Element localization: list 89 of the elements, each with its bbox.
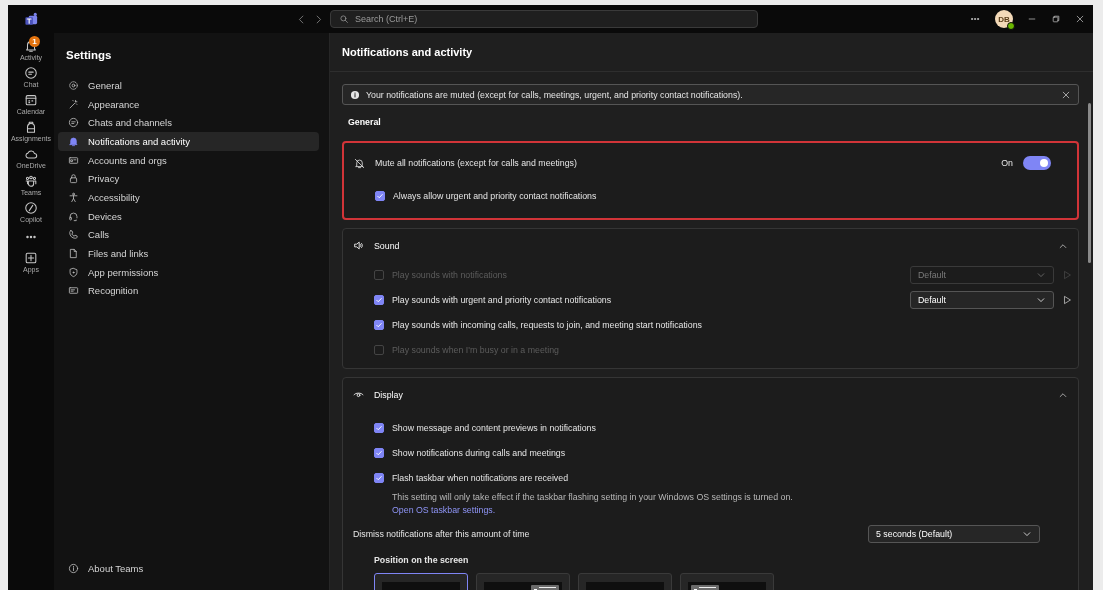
section-title: Sound	[374, 240, 401, 251]
avatar[interactable]: DB	[995, 10, 1013, 28]
checkbox-label: Always allow urgent and priority contact notifications	[393, 190, 597, 201]
search-icon	[339, 14, 349, 24]
calendar-icon	[24, 93, 38, 107]
checkbox-label: Play sounds with urgent and priority contact notifications	[392, 294, 612, 305]
teams-logo-icon	[23, 11, 39, 27]
bell-icon	[68, 135, 79, 147]
setting-description: This setting will only take effect if the taskbar flashing setting in your Windows OS settings is turned on.	[392, 492, 794, 502]
settings-title: Settings	[66, 49, 113, 61]
chat-bubble-icon	[68, 117, 79, 129]
cloud-icon	[24, 147, 38, 161]
toggle-state: On	[1001, 158, 1013, 168]
circle-icon	[24, 201, 38, 215]
dismiss-button[interactable]	[1061, 89, 1071, 100]
eye-icon	[353, 389, 364, 400]
restore-icon	[1051, 14, 1061, 24]
search-input[interactable]: Search (Ctrl+E)	[355, 14, 749, 24]
chat-bubble-icon	[24, 66, 38, 80]
check-icon	[376, 191, 384, 200]
shield-icon	[68, 266, 79, 278]
chevron-down-icon	[1022, 529, 1032, 539]
settings-link[interactable]: Open OS taskbar settings.	[392, 505, 496, 515]
headset-icon	[68, 210, 79, 222]
close-icon	[1061, 89, 1071, 100]
section-heading: General	[348, 117, 382, 127]
speaker-icon	[353, 240, 364, 251]
settings-icon	[68, 79, 79, 91]
section-title: Display	[374, 389, 404, 400]
settings-nav-item[interactable]: Notifications and activity	[58, 132, 319, 151]
checkbox-label: Play sounds with incoming calls, requests to join, and meeting start notifications	[392, 319, 702, 330]
phone-icon	[68, 229, 79, 241]
notification-badge: 1	[29, 36, 41, 47]
scrollbar-thumb[interactable]	[1088, 103, 1091, 263]
people-icon	[24, 174, 38, 188]
close-icon	[1075, 14, 1085, 24]
wand-icon	[68, 98, 79, 110]
settings-nav-item[interactable]: Files and links	[58, 244, 319, 263]
settings-nav-item[interactable]: Devices	[58, 206, 319, 226]
info-icon	[350, 89, 360, 100]
banner-text: Your notifications are muted (except for calls, meetings, urgent, and priority contact notifications).	[366, 89, 744, 100]
dropdown[interactable]: Default	[910, 290, 1054, 309]
settings-nav-item[interactable]: App permissions	[58, 262, 319, 282]
setting-label: Mute all notifications (except for calls and meetings)	[375, 158, 578, 168]
settings-nav-item[interactable]: Accessibility	[58, 188, 319, 207]
close-button[interactable]	[1075, 14, 1085, 24]
section-label: Position on the screen	[373, 554, 470, 567]
checkbox[interactable]	[374, 423, 384, 433]
toggle-switch[interactable]	[1023, 156, 1051, 170]
play-button[interactable]	[1062, 294, 1072, 305]
bell-off-icon	[354, 157, 365, 169]
checkbox[interactable]	[374, 294, 384, 305]
checkbox-label: Show message and content previews in notifications	[392, 423, 596, 433]
play-icon	[1062, 269, 1072, 280]
page-title: Notifications and activity	[330, 33, 1093, 72]
settings-nav-item[interactable]: Appearance	[58, 94, 319, 114]
check-icon	[375, 295, 383, 304]
checkbox-label: Flash taskbar when notifications are received	[392, 473, 569, 483]
check-icon	[375, 320, 383, 329]
presence-dot	[1007, 22, 1015, 30]
checkbox-label: Show notifications during calls and meetings	[392, 448, 566, 458]
checkbox[interactable]	[375, 190, 385, 201]
checkbox[interactable]	[374, 448, 384, 458]
settings-nav-item[interactable]: Accounts and orgs	[58, 150, 319, 170]
settings-nav-item[interactable]: Recognition	[58, 281, 319, 301]
plus-square-icon	[24, 251, 38, 265]
restore-button[interactable]	[1051, 14, 1061, 24]
settings-nav-item[interactable]: Chats and channels	[58, 113, 319, 133]
file-icon	[68, 248, 79, 260]
checkbox[interactable]	[374, 473, 384, 483]
check-icon	[375, 474, 383, 482]
card-icon	[68, 285, 79, 297]
settings-nav-item[interactable]: General	[58, 76, 319, 95]
check-icon	[375, 449, 383, 457]
setting-label: Dismiss notifications after this amount of time	[353, 529, 531, 539]
checkbox[interactable]	[374, 319, 384, 330]
info-icon	[68, 563, 79, 575]
dropdown[interactable]: 5 seconds (Default)	[868, 525, 1040, 543]
check-icon	[375, 424, 383, 432]
bell-icon	[24, 39, 38, 53]
lock-icon	[68, 173, 79, 185]
id-card-icon	[68, 154, 79, 166]
person-icon	[68, 191, 79, 203]
backpack-icon	[24, 120, 38, 134]
settings-nav-item[interactable]: Privacy	[58, 169, 319, 189]
search-bar[interactable]: Search (Ctrl+E)	[330, 10, 758, 28]
settings-nav-item[interactable]: Calls	[58, 225, 319, 245]
about-link[interactable]: About Teams	[58, 559, 319, 582]
play-icon	[1062, 294, 1072, 305]
